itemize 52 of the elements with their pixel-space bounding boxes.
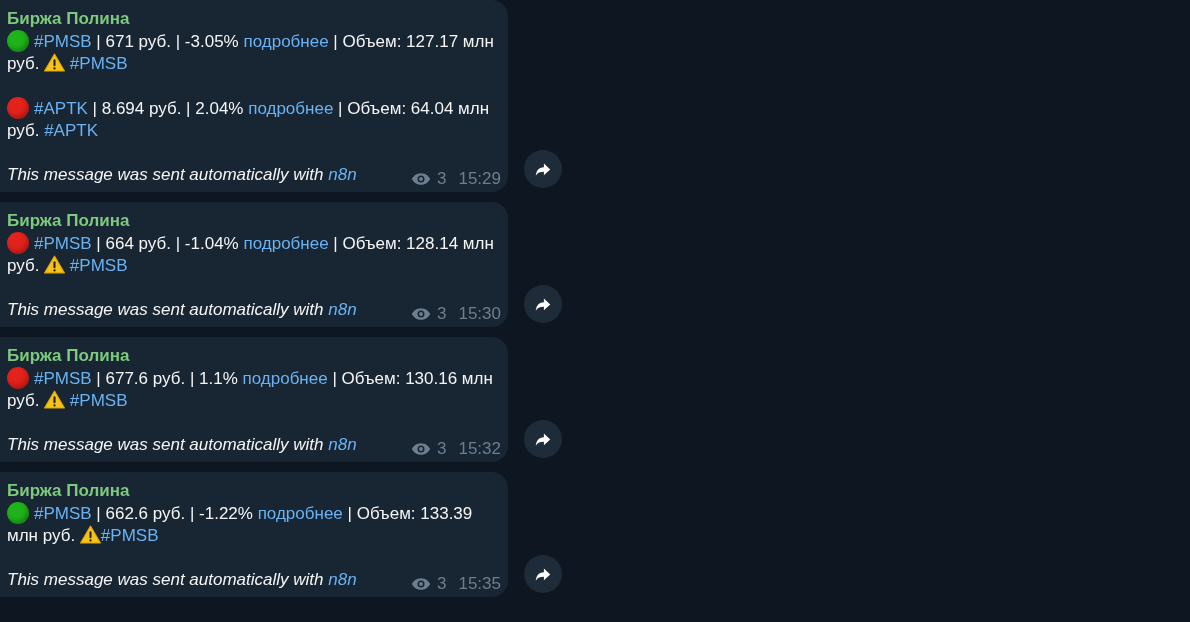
hashtag-link[interactable]: #PMSB — [34, 234, 92, 253]
warning-icon — [79, 525, 101, 544]
footer-text: This message was sent automatically with n8n — [7, 434, 357, 456]
hashtag-link[interactable]: #APTK — [34, 99, 88, 118]
warning-icon — [44, 255, 66, 274]
details-link[interactable]: подробнее — [243, 234, 329, 253]
message-text: #PMSB | 671 руб. | -3.05% подробнее | Объем: 127.17 млн руб. #PMSB — [7, 30, 495, 75]
warning-icon — [44, 390, 66, 409]
message-time: 15:32 — [458, 438, 501, 460]
hashtag-link[interactable]: #PMSB — [100, 526, 159, 545]
message-text: #PMSB | 677.6 руб. | 1.1% подробнее | Объем: 130.16 млн руб. #PMSB — [7, 367, 494, 412]
n8n-link[interactable]: n8n — [328, 300, 357, 319]
message-time: 15:30 — [458, 303, 501, 325]
hashtag-link[interactable]: #PMSB — [65, 256, 128, 275]
message-time: 15:29 — [458, 168, 501, 190]
sender-name: Биржа Полина — [7, 345, 131, 367]
message-text: #APTK | 8.694 руб. | 2.04% подробнее | Объем: 64.04 млн руб. #APTK — [7, 97, 491, 142]
view-count: 3 — [437, 573, 447, 595]
footer-text: This message was sent automatically with n8n — [7, 569, 357, 591]
details-link[interactable]: подробнее — [243, 32, 329, 51]
warning-icon — [44, 53, 66, 72]
details-link[interactable]: подробнее — [257, 504, 343, 523]
n8n-link[interactable]: n8n — [328, 165, 357, 184]
forward-button[interactable] — [524, 420, 562, 458]
hashtag-link[interactable]: #PMSB — [34, 32, 92, 51]
message-text: #PMSB | 664 руб. | -1.04% подробнее | Объем: 128.14 млн руб. #PMSB — [7, 232, 495, 277]
footer-text: This message was sent automatically with n8n — [7, 164, 357, 186]
forward-button[interactable] — [524, 285, 562, 323]
n8n-link[interactable]: n8n — [328, 435, 357, 454]
view-count: 3 — [437, 168, 447, 190]
views-icon — [411, 577, 431, 591]
views-icon — [411, 172, 431, 186]
forward-button[interactable] — [524, 555, 562, 593]
sender-name: Биржа Полина — [7, 210, 131, 232]
views-icon — [411, 442, 431, 456]
hashtag-link[interactable]: #APTK — [44, 121, 98, 140]
view-count: 3 — [437, 303, 447, 325]
hashtag-link[interactable]: #PMSB — [34, 369, 92, 388]
sender-name: Биржа Полина — [7, 8, 131, 30]
message-text: #PMSB | 662.6 руб. | -1.22% подробнее | Объем: 133.39 млн руб. #PMSB — [7, 502, 474, 547]
sender-name: Биржа Полина — [7, 480, 131, 502]
hashtag-link[interactable]: #PMSB — [65, 391, 128, 410]
views-icon — [411, 307, 431, 321]
details-link[interactable]: подробнее — [242, 369, 328, 388]
details-link[interactable]: подробнее — [248, 99, 334, 118]
hashtag-link[interactable]: #PMSB — [34, 504, 92, 523]
footer-text: This message was sent automatically with n8n — [7, 299, 357, 321]
hashtag-link[interactable]: #PMSB — [65, 54, 128, 73]
view-count: 3 — [437, 438, 447, 460]
message-time: 15:35 — [458, 573, 501, 595]
n8n-link[interactable]: n8n — [328, 570, 357, 589]
forward-button[interactable] — [524, 150, 562, 188]
